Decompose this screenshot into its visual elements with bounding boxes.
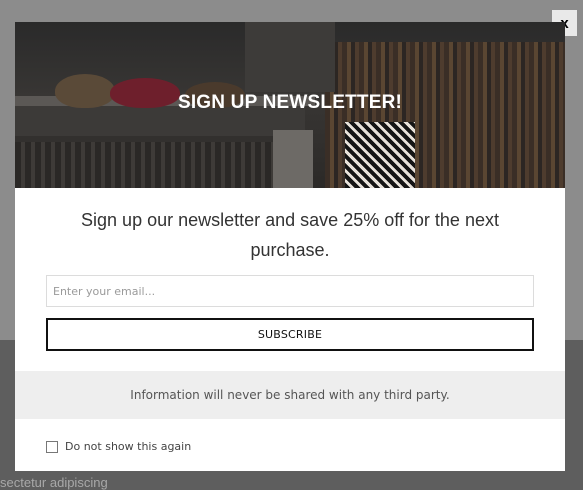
background-partial-text: sectetur adipiscing — [0, 475, 108, 490]
hero-image: SIGN UP NEWSLETTER! — [15, 22, 565, 188]
dont-show-again[interactable]: Do not show this again — [46, 440, 191, 453]
subscribe-button[interactable]: SUBSCRIBE — [46, 318, 534, 351]
privacy-info-text: Information will never be shared with an… — [130, 388, 450, 402]
hero-title: SIGN UP NEWSLETTER! — [177, 92, 403, 113]
lead-text: Sign up our newsletter and save 25% off … — [81, 210, 499, 260]
email-field[interactable] — [46, 275, 534, 307]
newsletter-modal: SIGN UP NEWSLETTER! Sign up our newslett… — [15, 22, 565, 471]
privacy-info: Information will never be shared with an… — [15, 371, 565, 419]
dont-show-label: Do not show this again — [65, 440, 192, 453]
dont-show-checkbox[interactable] — [46, 440, 58, 453]
